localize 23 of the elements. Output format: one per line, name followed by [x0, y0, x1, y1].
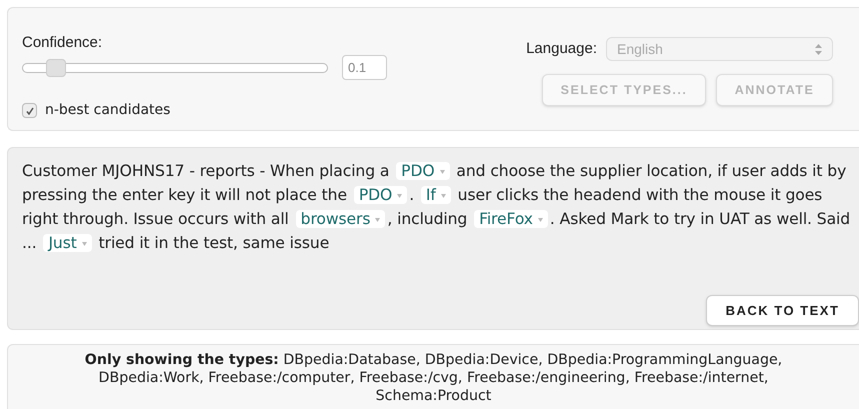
stepper-icon — [815, 44, 822, 54]
checkbox[interactable] — [22, 103, 37, 118]
back-to-text-button[interactable]: BACK TO TEXT — [706, 295, 859, 326]
caret-icon — [82, 242, 87, 246]
caret-icon — [538, 218, 543, 222]
entity-tag[interactable]: PDO — [354, 186, 408, 204]
check-icon — [26, 107, 34, 115]
slider-handle[interactable] — [46, 58, 66, 76]
annotated-text: Customer MJOHNS17 - reports - When placing a PDO and choose the supplier location, if user adds it by pressing the enter key it will not place the PDO . If user clicks the headend with the mouse it goes right through. Issue occurs with all browsers , including FireFox . Asked Mark to try in UAT as well. Said ... Just tried it in the test, same issue — [22, 161, 852, 254]
confidence-label: Confidence: — [22, 33, 104, 53]
types-note: Only showing the types: DBpedia:Database, DBpedia:Device, DBpedia:ProgrammingLanguage, DBpedia:Work, Freebase:/computer, Freebase:/cvg, Freebase:/engineering, Freebase:/internet, Schema:Product — [84, 351, 784, 405]
entity-tag[interactable]: If — [420, 186, 451, 204]
caret-icon — [397, 194, 402, 198]
confidence-value-field[interactable]: 0.1 — [342, 55, 387, 80]
language-label: Language: — [526, 38, 597, 59]
entity-tag[interactable]: FireFox — [474, 210, 548, 228]
caret-icon — [440, 194, 446, 198]
entity-tag[interactable]: PDO — [396, 162, 450, 180]
entity-tag[interactable]: browsers — [296, 210, 386, 228]
entity-tag[interactable]: Just — [43, 234, 92, 252]
caret-icon — [375, 218, 380, 222]
checkbox-label: n-best candidates — [45, 101, 170, 120]
caret-icon — [440, 170, 445, 174]
